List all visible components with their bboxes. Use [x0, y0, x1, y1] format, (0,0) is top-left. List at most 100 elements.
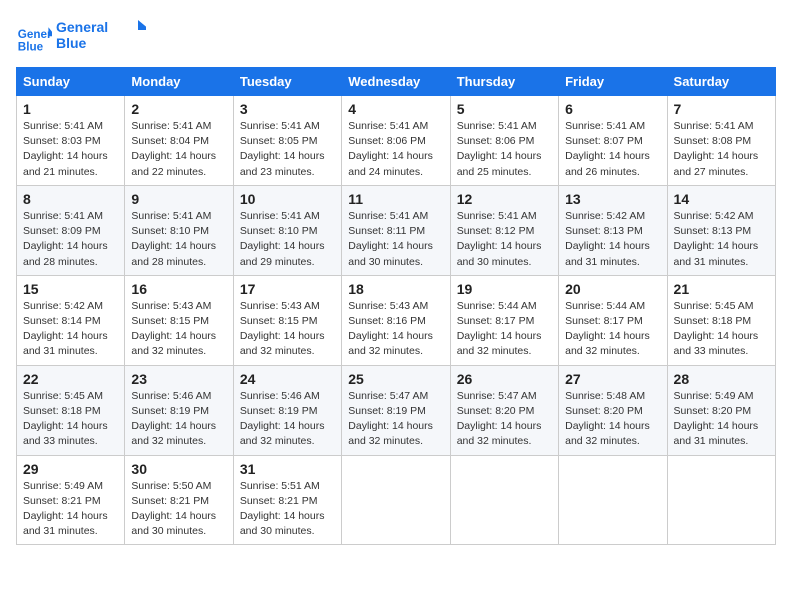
calendar-cell: 28Sunrise: 5:49 AMSunset: 8:20 PMDayligh…: [667, 365, 775, 455]
calendar-cell: 7Sunrise: 5:41 AMSunset: 8:08 PMDaylight…: [667, 96, 775, 186]
calendar-cell: 12 Sunrise: 5:41 AMSunset: 8:12 PMDayligh…: [450, 185, 558, 275]
day-info: Sunrise: 5:41 AMSunset: 8:10 PMDaylight:…: [131, 209, 226, 270]
logo-svg: General Blue: [56, 16, 146, 54]
day-number: 19: [457, 281, 552, 297]
day-info: Sunrise: 5:49 AMSunset: 8:21 PMDaylight:…: [23, 479, 118, 540]
day-number: 18: [348, 281, 443, 297]
calendar-week-row: 1 Sunrise: 5:41 AMSunset: 8:03 PMDaylight…: [17, 96, 776, 186]
day-info: Sunrise: 5:43 AMSunset: 8:15 PMDaylight:…: [240, 299, 335, 360]
calendar-cell: 22 Sunrise: 5:45 AMSunset: 8:18 PMDayligh…: [17, 365, 125, 455]
calendar-cell: 20 Sunrise: 5:44 AMSunset: 8:17 PMDayligh…: [559, 275, 667, 365]
day-info: Sunrise: 5:41 AMSunset: 8:06 PMDaylight:…: [348, 119, 443, 180]
day-number: 24: [240, 371, 335, 387]
day-number: 30: [131, 461, 226, 477]
column-header-sunday: Sunday: [17, 68, 125, 96]
calendar-cell: 17 Sunrise: 5:43 AMSunset: 8:15 PMDayligh…: [233, 275, 341, 365]
day-number: 4: [348, 101, 443, 117]
column-header-saturday: Saturday: [667, 68, 775, 96]
day-number: 10: [240, 191, 335, 207]
day-number: 29: [23, 461, 118, 477]
calendar-cell: 4 Sunrise: 5:41 AMSunset: 8:06 PMDaylight…: [342, 96, 450, 186]
day-number: 15: [23, 281, 118, 297]
day-number: 13: [565, 191, 660, 207]
day-info: Sunrise: 5:43 AMSunset: 8:15 PMDaylight:…: [131, 299, 226, 360]
day-info: Sunrise: 5:41 AMSunset: 8:12 PMDaylight:…: [457, 209, 552, 270]
calendar-cell: 2Sunrise: 5:41 AMSunset: 8:04 PMDaylight…: [125, 96, 233, 186]
day-info: Sunrise: 5:41 AMSunset: 8:05 PMDaylight:…: [240, 119, 335, 180]
calendar-cell: 26Sunrise: 5:47 AMSunset: 8:20 PMDayligh…: [450, 365, 558, 455]
day-info: Sunrise: 5:41 AMSunset: 8:11 PMDaylight:…: [348, 209, 443, 270]
calendar-cell: [450, 455, 558, 545]
day-number: 26: [457, 371, 552, 387]
day-info: Sunrise: 5:48 AMSunset: 8:20 PMDaylight:…: [565, 389, 660, 450]
day-number: 25: [348, 371, 443, 387]
day-number: 12: [457, 191, 552, 207]
day-info: Sunrise: 5:42 AMSunset: 8:13 PMDaylight:…: [674, 209, 769, 270]
day-number: 9: [131, 191, 226, 207]
calendar-cell: 23Sunrise: 5:46 AMSunset: 8:19 PMDayligh…: [125, 365, 233, 455]
day-number: 20: [565, 281, 660, 297]
day-number: 31: [240, 461, 335, 477]
calendar-cell: 9 Sunrise: 5:41 AMSunset: 8:10 PMDaylight…: [125, 185, 233, 275]
calendar-cell: 24 Sunrise: 5:46 AMSunset: 8:19 PMDayligh…: [233, 365, 341, 455]
calendar-cell: [342, 455, 450, 545]
day-number: 21: [674, 281, 769, 297]
calendar-cell: 29 Sunrise: 5:49 AMSunset: 8:21 PMDayligh…: [17, 455, 125, 545]
calendar-week-row: 29 Sunrise: 5:49 AMSunset: 8:21 PMDayligh…: [17, 455, 776, 545]
column-header-thursday: Thursday: [450, 68, 558, 96]
calendar-cell: 27Sunrise: 5:48 AMSunset: 8:20 PMDayligh…: [559, 365, 667, 455]
day-info: Sunrise: 5:49 AMSunset: 8:20 PMDaylight:…: [674, 389, 769, 450]
calendar-cell: 6 Sunrise: 5:41 AMSunset: 8:07 PMDaylight…: [559, 96, 667, 186]
day-number: 11: [348, 191, 443, 207]
day-info: Sunrise: 5:46 AMSunset: 8:19 PMDaylight:…: [240, 389, 335, 450]
svg-text:General: General: [18, 28, 52, 41]
day-number: 5: [457, 101, 552, 117]
calendar-cell: 8Sunrise: 5:41 AMSunset: 8:09 PMDaylight…: [17, 185, 125, 275]
calendar-week-row: 15 Sunrise: 5:42 AMSunset: 8:14 PMDayligh…: [17, 275, 776, 365]
day-info: Sunrise: 5:41 AMSunset: 8:10 PMDaylight:…: [240, 209, 335, 270]
calendar-cell: 18Sunrise: 5:43 AMSunset: 8:16 PMDayligh…: [342, 275, 450, 365]
day-number: 23: [131, 371, 226, 387]
calendar-body: 1 Sunrise: 5:41 AMSunset: 8:03 PMDaylight…: [17, 96, 776, 545]
svg-text:Blue: Blue: [18, 40, 44, 53]
column-header-wednesday: Wednesday: [342, 68, 450, 96]
logo: General Blue General Blue: [16, 16, 146, 59]
calendar-cell: [667, 455, 775, 545]
day-info: Sunrise: 5:41 AMSunset: 8:03 PMDaylight:…: [23, 119, 118, 180]
svg-text:Blue: Blue: [56, 35, 87, 51]
day-number: 7: [674, 101, 769, 117]
calendar-cell: [559, 455, 667, 545]
calendar-cell: 25Sunrise: 5:47 AMSunset: 8:19 PMDayligh…: [342, 365, 450, 455]
calendar-cell: 5Sunrise: 5:41 AMSunset: 8:06 PMDaylight…: [450, 96, 558, 186]
column-header-friday: Friday: [559, 68, 667, 96]
column-header-tuesday: Tuesday: [233, 68, 341, 96]
svg-text:General: General: [56, 19, 108, 35]
calendar-cell: 31 Sunrise: 5:51 AMSunset: 8:21 PMDayligh…: [233, 455, 341, 545]
day-info: Sunrise: 5:45 AMSunset: 8:18 PMDaylight:…: [23, 389, 118, 450]
calendar-cell: 11 Sunrise: 5:41 AMSunset: 8:11 PMDayligh…: [342, 185, 450, 275]
day-number: 6: [565, 101, 660, 117]
day-info: Sunrise: 5:51 AMSunset: 8:21 PMDaylight:…: [240, 479, 335, 540]
day-info: Sunrise: 5:50 AMSunset: 8:21 PMDaylight:…: [131, 479, 226, 540]
calendar-week-row: 8Sunrise: 5:41 AMSunset: 8:09 PMDaylight…: [17, 185, 776, 275]
calendar-cell: 16Sunrise: 5:43 AMSunset: 8:15 PMDayligh…: [125, 275, 233, 365]
column-header-monday: Monday: [125, 68, 233, 96]
day-info: Sunrise: 5:41 AMSunset: 8:09 PMDaylight:…: [23, 209, 118, 270]
day-number: 1: [23, 101, 118, 117]
day-info: Sunrise: 5:41 AMSunset: 8:04 PMDaylight:…: [131, 119, 226, 180]
calendar-cell: 3 Sunrise: 5:41 AMSunset: 8:05 PMDaylight…: [233, 96, 341, 186]
day-info: Sunrise: 5:45 AMSunset: 8:18 PMDaylight:…: [674, 299, 769, 360]
day-number: 3: [240, 101, 335, 117]
logo-icon: General Blue: [16, 20, 52, 56]
calendar-cell: 19 Sunrise: 5:44 AMSunset: 8:17 PMDayligh…: [450, 275, 558, 365]
page-header: General Blue General Blue: [16, 16, 776, 59]
day-info: Sunrise: 5:41 AMSunset: 8:07 PMDaylight:…: [565, 119, 660, 180]
day-info: Sunrise: 5:42 AMSunset: 8:13 PMDaylight:…: [565, 209, 660, 270]
day-number: 22: [23, 371, 118, 387]
day-info: Sunrise: 5:44 AMSunset: 8:17 PMDaylight:…: [565, 299, 660, 360]
calendar-cell: 10 Sunrise: 5:41 AMSunset: 8:10 PMDayligh…: [233, 185, 341, 275]
day-number: 17: [240, 281, 335, 297]
day-info: Sunrise: 5:44 AMSunset: 8:17 PMDaylight:…: [457, 299, 552, 360]
day-info: Sunrise: 5:42 AMSunset: 8:14 PMDaylight:…: [23, 299, 118, 360]
day-number: 14: [674, 191, 769, 207]
